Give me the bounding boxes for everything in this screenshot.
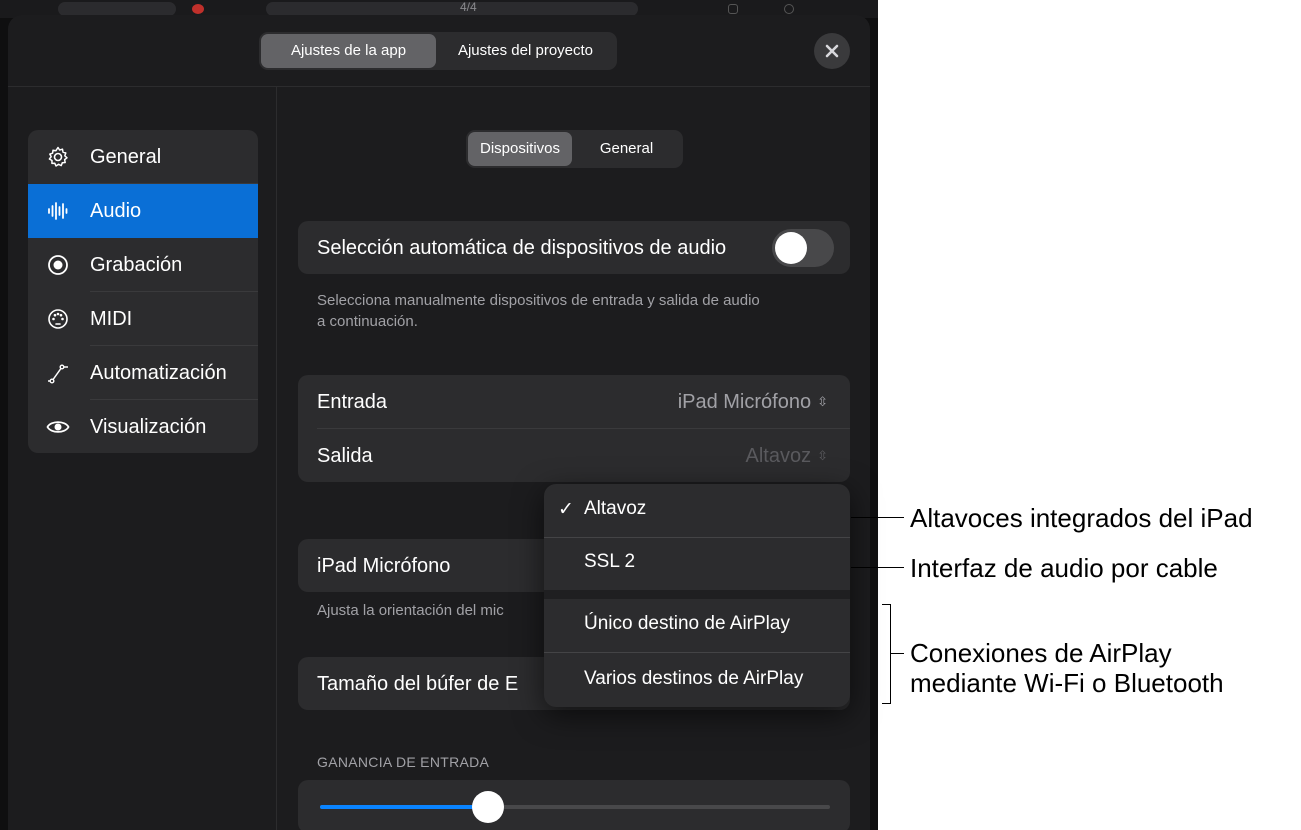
xmark-icon	[825, 44, 839, 58]
menu-item-label: SSL 2	[584, 551, 636, 572]
checkmark-icon: ✓	[558, 499, 574, 520]
menu-item-altavoz[interactable]: ✓ Altavoz	[544, 484, 850, 537]
output-value: Altavoz	[745, 445, 812, 467]
background-lcd	[266, 2, 638, 16]
sidebar-item-label: Grabación	[90, 254, 183, 276]
callout-airplay-line2: mediante Wi-Fi o Bluetooth	[910, 668, 1224, 698]
background-help-icon	[784, 4, 794, 14]
sidebar-item-display[interactable]: Visualización	[28, 400, 258, 453]
audio-segmented-control: Dispositivos General	[466, 130, 683, 168]
background-meter: 4/4	[460, 0, 477, 14]
sidebar-item-label: Visualización	[90, 416, 207, 438]
sidebar-item-audio[interactable]: Audio	[28, 184, 258, 238]
sidebar-item-automation[interactable]: Automatización	[28, 346, 258, 400]
chevron-up-down-icon: ⇳	[817, 394, 828, 409]
modal-header: Ajustes de la app Ajustes del proyecto	[8, 15, 870, 87]
menu-group-gap	[544, 590, 850, 599]
auto-select-toggle[interactable]	[772, 229, 834, 267]
background-tool-icon	[728, 4, 738, 14]
gain-slider-thumb[interactable]	[472, 791, 505, 823]
menu-item-label: Altavoz	[584, 498, 647, 519]
input-select[interactable]: iPad Micrófono ⇳	[678, 391, 828, 414]
output-label: Salida	[317, 445, 373, 467]
input-label: Entrada	[317, 391, 388, 413]
menu-item-airplay-single[interactable]: Único destino de AirPlay	[544, 599, 850, 652]
callout-line	[891, 653, 904, 654]
io-card: Entrada iPad Micrófono ⇳ Salida Altavoz ⇳	[298, 375, 850, 482]
output-popup-menu: ✓ Altavoz SSL 2 Único destino de AirPlay…	[544, 484, 850, 707]
midi-port-icon	[48, 309, 68, 329]
auto-select-footnote: Selecciona manualmente dispositivos de e…	[317, 290, 760, 332]
auto-select-card: Selección automática de dispositivos de …	[298, 221, 850, 274]
gear-icon	[48, 146, 68, 167]
tab-project-settings[interactable]: Ajustes del proyecto	[436, 34, 615, 68]
eye-icon	[46, 421, 70, 433]
divider	[544, 652, 850, 653]
mic-footnote: Ajusta la orientación del mic	[317, 602, 504, 619]
gain-section-header: GANANCIA DE ENTRADA	[317, 754, 490, 770]
menu-item-label: Varios destinos de AirPlay	[584, 668, 804, 689]
sidebar-pane: General Audio Grabación MIDI Automatizac…	[8, 87, 277, 830]
menu-item-ssl2[interactable]: SSL 2	[544, 537, 850, 590]
callout-builtin-speakers: Altavoces integrados del iPad	[910, 503, 1253, 533]
sidebar-item-label: General	[90, 146, 162, 168]
settings-scope-segmented-control: Ajustes de la app Ajustes del proyecto	[259, 32, 617, 70]
background-transport	[58, 2, 176, 16]
chevron-up-down-icon: ⇳	[817, 448, 828, 463]
gain-slider-fill	[320, 805, 489, 809]
settings-modal: Ajustes de la app Ajustes del proyecto G…	[8, 15, 870, 830]
close-button[interactable]	[814, 33, 850, 69]
gain-slider-track[interactable]	[320, 805, 830, 809]
content-pane: Dispositivos General Selección automátic…	[278, 87, 870, 830]
footnote-line: Selecciona manualmente dispositivos de e…	[317, 292, 760, 309]
menu-item-airplay-multiple[interactable]: Varios destinos de AirPlay	[544, 654, 850, 707]
sidebar-item-label: Audio	[90, 200, 142, 222]
sidebar-item-recording[interactable]: Grabación	[28, 238, 258, 292]
auto-select-label: Selección automática de dispositivos de …	[317, 237, 727, 259]
sidebar-item-midi[interactable]: MIDI	[28, 292, 258, 346]
divider	[317, 428, 850, 429]
buffer-label: Tamaño del búfer de E	[317, 673, 519, 695]
output-select[interactable]: Altavoz ⇳	[746, 445, 829, 468]
sidebar: General Audio Grabación MIDI Automatizac…	[28, 130, 258, 453]
callout-airplay-line1: Conexiones de AirPlay	[910, 638, 1172, 668]
callout-line	[851, 567, 904, 568]
callout-bracket	[882, 604, 891, 704]
sidebar-item-general[interactable]: General	[28, 130, 258, 184]
tab-devices[interactable]: Dispositivos	[468, 132, 572, 166]
callout-line	[851, 517, 904, 518]
tab-general[interactable]: General	[572, 132, 681, 166]
mic-label: iPad Micrófono	[317, 555, 451, 577]
tab-app-settings[interactable]: Ajustes de la app	[261, 34, 436, 68]
record-indicator-icon	[192, 4, 204, 14]
callout-airplay: Conexiones de AirPlay mediante Wi-Fi o B…	[910, 638, 1224, 698]
menu-item-label: Único destino de AirPlay	[584, 613, 790, 634]
input-value: iPad Micrófono	[677, 391, 812, 413]
footnote-line: a continuación.	[317, 313, 418, 330]
sidebar-item-label: Automatización	[90, 362, 227, 384]
record-icon	[48, 255, 68, 275]
sidebar-item-label: MIDI	[90, 308, 133, 330]
automation-curve-icon	[48, 364, 68, 384]
waveform-icon	[48, 202, 68, 220]
gain-card	[298, 780, 850, 830]
toggle-knob	[775, 232, 807, 264]
callout-wired-interface: Interfaz de audio por cable	[910, 553, 1218, 583]
